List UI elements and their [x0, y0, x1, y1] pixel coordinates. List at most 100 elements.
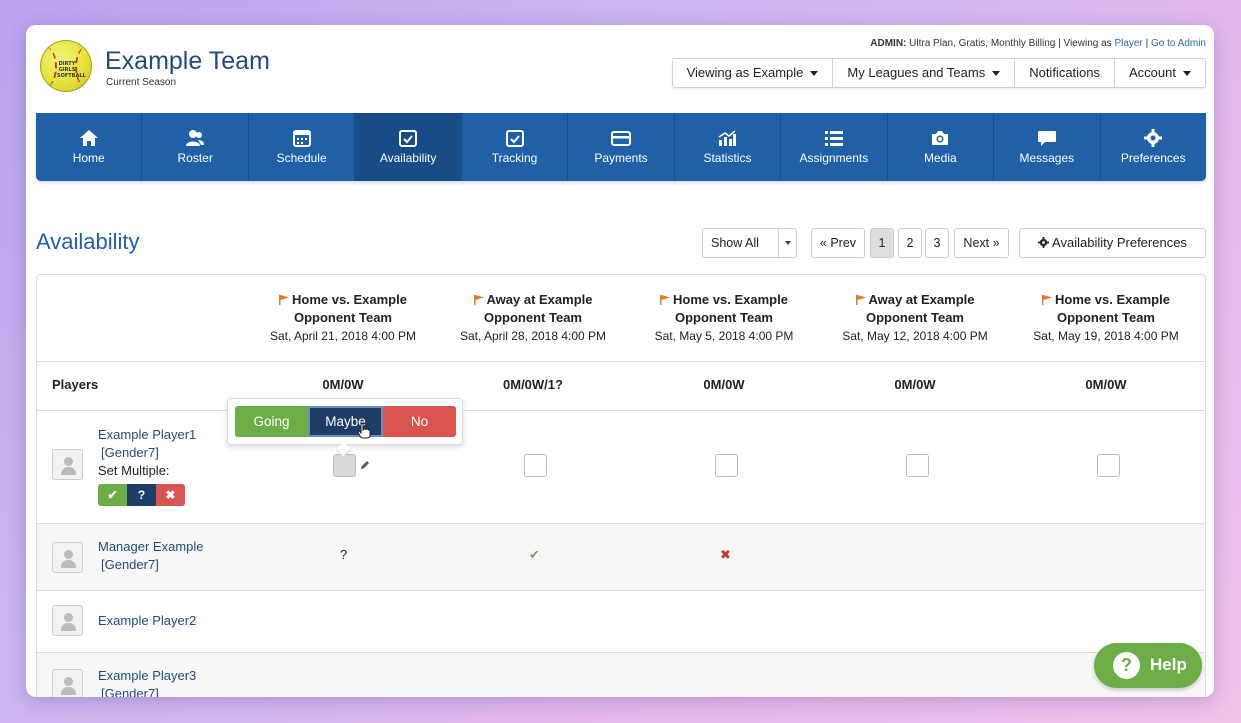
- nav-home-label: Home: [72, 151, 105, 165]
- page-title: Availability: [36, 229, 140, 254]
- event-header[interactable]: Home vs. Example Opponent Team Sat, May …: [629, 291, 819, 345]
- player-name-link[interactable]: Example Player2: [98, 612, 196, 630]
- availability-checkbox[interactable]: [906, 454, 929, 477]
- help-button[interactable]: ? Help: [1094, 643, 1202, 688]
- nav-media[interactable]: Media: [888, 113, 995, 181]
- viewing-as-label: Viewing as Example: [686, 65, 804, 80]
- availability-checkbox[interactable]: [1097, 454, 1120, 477]
- event-date: Sat, May 12, 2018 4:00 PM: [842, 329, 988, 343]
- filter-select-value: Show All: [711, 236, 759, 250]
- flag-icon: [1042, 295, 1053, 305]
- question-icon: ?: [1113, 652, 1140, 679]
- availability-checkbox[interactable]: [333, 454, 356, 477]
- account-dropdown[interactable]: Account: [1114, 59, 1205, 87]
- player-name-link[interactable]: Example Player3 [Gender7]: [98, 667, 196, 697]
- set-multiple-going-button[interactable]: ✔: [98, 484, 127, 506]
- set-multiple-label: Set Multiple:: [98, 463, 170, 478]
- season-label: Current Season: [106, 77, 177, 88]
- table-row: [37, 591, 1205, 653]
- event-opponent: Opponent Team: [294, 310, 392, 325]
- gear-icon: [1038, 237, 1050, 248]
- player-gender: [Gender7]: [101, 445, 159, 460]
- event-date: Sat, April 28, 2018 4:00 PM: [459, 329, 607, 343]
- flag-icon: [473, 295, 484, 305]
- page-3-button[interactable]: 3: [925, 228, 949, 258]
- message-icon: [1037, 131, 1056, 146]
- availability-popup: Going Maybe No: [227, 398, 463, 445]
- go-to-admin-link[interactable]: Go to Admin: [1151, 38, 1206, 49]
- calendar-icon: [292, 130, 311, 147]
- event-date: Sat, May 5, 2018 4:00 PM: [654, 329, 794, 343]
- event-date: Sat, May 19, 2018 4:00 PM: [1033, 329, 1179, 343]
- nav-preferences[interactable]: Preferences: [1101, 113, 1206, 181]
- flag-icon: [279, 295, 290, 305]
- next-page-button[interactable]: Next »: [954, 228, 1009, 258]
- event-title: Home vs. Example: [1055, 292, 1170, 307]
- nav-assignments[interactable]: Assignments: [781, 113, 888, 181]
- nav-messages[interactable]: Messages: [994, 113, 1101, 181]
- my-leagues-dropdown[interactable]: My Leagues and Teams: [832, 59, 1014, 87]
- event-header[interactable]: Home vs. Example Opponent Team Sat, May …: [1011, 291, 1201, 345]
- event-header[interactable]: Away at Example Opponent Team Sat, May 1…: [820, 291, 1010, 345]
- nav-payments-label: Payments: [594, 151, 648, 165]
- avatar: [52, 542, 83, 573]
- going-button[interactable]: Going: [235, 406, 308, 437]
- viewing-role-link[interactable]: Player: [1114, 38, 1142, 49]
- player-name-link[interactable]: Example Player1 [Gender7]: [98, 426, 196, 462]
- roster-icon: [186, 130, 205, 146]
- nav-availability[interactable]: Availability: [355, 113, 462, 181]
- admin-separator: |: [1145, 38, 1149, 49]
- nav-schedule[interactable]: Schedule: [249, 113, 356, 181]
- pencil-icon[interactable]: [360, 460, 370, 470]
- app-window: DIRTY GIRLS SOFTBALL Example Team Current…: [26, 25, 1214, 697]
- nav-payments[interactable]: Payments: [568, 113, 675, 181]
- chevron-down-icon: [992, 71, 1001, 77]
- availability-checkbox[interactable]: [524, 454, 547, 477]
- event-date: Sat, April 21, 2018 4:00 PM: [269, 329, 417, 343]
- close-icon: ✖: [720, 547, 731, 562]
- nav-preferences-label: Preferences: [1120, 151, 1186, 165]
- no-button[interactable]: No: [383, 406, 456, 437]
- maybe-mark: ?: [340, 547, 348, 562]
- notifications-button[interactable]: Notifications: [1014, 59, 1114, 87]
- event-opponent: Opponent Team: [675, 310, 773, 325]
- nav-roster[interactable]: Roster: [142, 113, 249, 181]
- nav-home[interactable]: Home: [36, 113, 143, 181]
- nav-statistics-label: Statistics: [703, 151, 752, 165]
- my-leagues-label: My Leagues and Teams: [847, 65, 986, 80]
- event-header[interactable]: Away at Example Opponent Team Sat, April…: [438, 291, 628, 345]
- table-row: [37, 524, 1205, 591]
- player-gender: [Gender7]: [101, 686, 159, 697]
- availability-preferences-button[interactable]: Availability Preferences: [1019, 228, 1206, 258]
- notifications-label: Notifications: [1029, 65, 1101, 80]
- tracking-icon: [505, 130, 524, 147]
- nav-tracking[interactable]: Tracking: [462, 113, 569, 181]
- event-title: Away at Example: [486, 292, 593, 307]
- event-header[interactable]: Home vs. Example Opponent Team Sat, Apri…: [248, 291, 438, 345]
- account-label: Account: [1129, 65, 1176, 80]
- header: DIRTY GIRLS SOFTBALL Example Team Current…: [26, 25, 1214, 113]
- set-multiple-buttons: ✔ ? ✖: [98, 484, 185, 506]
- event-count: 0M/0W: [894, 377, 936, 392]
- flag-icon: [855, 295, 866, 305]
- maybe-button[interactable]: Maybe: [308, 406, 383, 437]
- nav-schedule-label: Schedule: [276, 151, 327, 165]
- event-opponent: Opponent Team: [1057, 310, 1155, 325]
- player-name-link[interactable]: Manager Example [Gender7]: [98, 538, 204, 574]
- main-nav: Home Roster Schedule Availability Tracki…: [36, 113, 1206, 181]
- players-column-header: Players: [52, 377, 99, 392]
- filter-select[interactable]: Show All: [702, 228, 797, 258]
- home-icon: [79, 130, 98, 146]
- player-name: Example Player1: [98, 427, 197, 442]
- page-2-button[interactable]: 2: [898, 228, 922, 258]
- prev-page-button[interactable]: « Prev: [811, 228, 865, 258]
- viewing-as-dropdown[interactable]: Viewing as Example: [673, 59, 833, 87]
- event-count: 0M/0W/1?: [503, 377, 563, 392]
- nav-statistics[interactable]: Statistics: [675, 113, 782, 181]
- event-count: 0M/0W: [1085, 377, 1127, 392]
- avatar: [52, 449, 83, 480]
- set-multiple-no-button[interactable]: ✖: [156, 484, 185, 506]
- availability-checkbox[interactable]: [715, 454, 738, 477]
- page-1-button[interactable]: 1: [870, 228, 894, 258]
- set-multiple-maybe-button[interactable]: ?: [127, 484, 156, 506]
